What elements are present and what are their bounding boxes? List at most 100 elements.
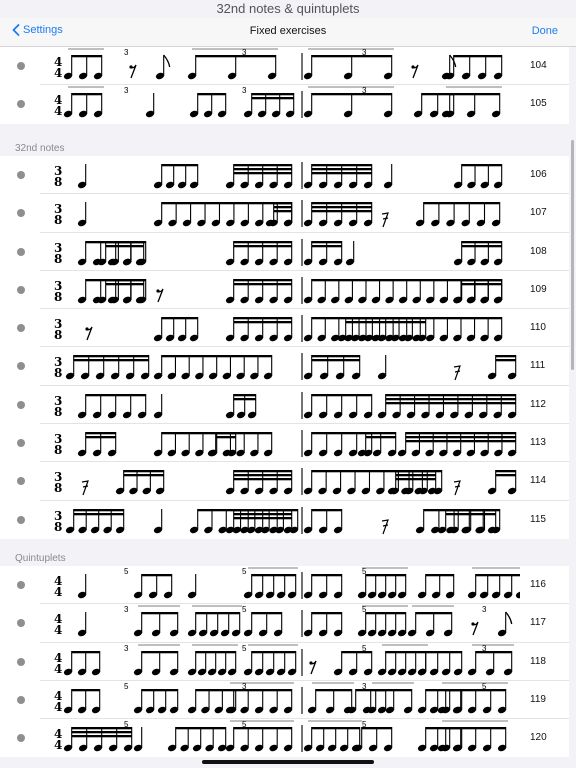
beam — [311, 432, 372, 435]
time-signature-bottom: 8 — [54, 443, 62, 457]
beam — [405, 436, 516, 439]
time-signature-bottom: 8 — [54, 175, 62, 189]
exercise-row[interactable]: 3 8 115 — [0, 501, 569, 539]
rhythm-score: 38 — [54, 391, 517, 419]
exercise-number: 120 — [530, 732, 547, 744]
exercise-number: 117 — [530, 617, 546, 629]
exercise-number: 111 — [530, 360, 546, 372]
selection-dot-icon[interactable] — [17, 285, 25, 294]
beam — [141, 612, 178, 615]
beam — [233, 393, 256, 397]
selection-dot-icon[interactable] — [17, 657, 25, 666]
beam — [445, 512, 496, 515]
exercise-group: 4 4 5 5 5 116 4 4 3 5 5 3 117 4 4 3 5 5 3 118 4 4 5 3 3 5 119 4 4 5 5 5… — [0, 566, 569, 758]
exercise-row[interactable]: 4 4 3 3 3 105 — [0, 85, 569, 123]
selection-dot-icon[interactable] — [17, 477, 25, 486]
time-signature-bottom: 8 — [54, 252, 62, 266]
selection-dot-icon[interactable] — [17, 324, 25, 333]
beam — [445, 688, 506, 692]
selection-dot-icon[interactable] — [17, 734, 25, 743]
beam — [423, 202, 500, 205]
thirtysecond-rest — [381, 212, 389, 228]
exercise-row[interactable]: 3 8 111 — [0, 347, 569, 386]
selection-dot-icon[interactable] — [17, 171, 25, 179]
selection-dot-icon[interactable] — [17, 100, 25, 109]
beam — [141, 688, 178, 692]
beam — [85, 436, 116, 439]
scrollbar[interactable] — [571, 140, 574, 370]
beam — [71, 735, 132, 738]
beam — [175, 727, 226, 730]
beam — [161, 317, 198, 320]
beam — [311, 206, 372, 209]
exercise-row[interactable]: 3 8 110 — [0, 309, 569, 348]
exercise-row[interactable]: 4 4 5 3 3 5 119 — [0, 681, 569, 720]
beam — [251, 650, 296, 653]
exercise-row[interactable]: 4 4 3 5 5 3 118 — [0, 643, 569, 681]
rhythm-score: 38 — [54, 468, 517, 496]
selection-dot-icon[interactable] — [17, 247, 25, 256]
exercise-row[interactable]: 3 8 106 — [0, 156, 569, 195]
exercise-number: 108 — [530, 245, 547, 257]
selection-dot-icon[interactable] — [17, 209, 25, 218]
beam — [251, 612, 282, 615]
time-signature-bottom: 4 — [54, 662, 62, 676]
beam — [123, 470, 164, 473]
beam — [311, 508, 342, 511]
tuplet-number: 3 — [124, 86, 129, 95]
beam — [233, 168, 292, 171]
beam — [365, 432, 396, 435]
note-flag — [505, 611, 513, 625]
exercise-row[interactable]: 3 8 114 — [0, 462, 569, 501]
beam — [345, 317, 426, 320]
tuplet-number: 3 — [124, 48, 129, 57]
selection-dot-icon[interactable] — [17, 400, 25, 409]
rhythm-score: 445 5 5 — [54, 720, 508, 753]
exercise-group: 4 4 3 3 3 104 4 4 3 3 3 105 — [0, 47, 569, 124]
exercise-row[interactable]: 3 8 107 — [0, 194, 569, 233]
selection-dot-icon[interactable] — [17, 362, 25, 371]
selection-dot-icon[interactable] — [17, 695, 25, 704]
exercise-row[interactable]: 3 8 108 — [0, 233, 569, 271]
note-head — [515, 591, 520, 599]
exercise-number: 114 — [530, 475, 546, 487]
exercise-row[interactable]: 4 4 3 3 3 104 — [0, 47, 569, 86]
tuplet-number: 5 — [242, 605, 247, 614]
exercise-row[interactable]: 3 8 113 — [0, 424, 569, 463]
beam — [71, 731, 132, 734]
beam — [311, 210, 372, 213]
time-signature-bottom: 4 — [54, 623, 62, 637]
beam — [475, 574, 520, 577]
beam — [233, 317, 292, 320]
selection-dot-icon[interactable] — [17, 515, 25, 524]
beam — [71, 688, 100, 692]
selection-dot-icon[interactable] — [17, 581, 25, 589]
exercise-number: 115 — [530, 513, 546, 525]
beam — [495, 355, 516, 358]
selection-dot-icon[interactable] — [17, 439, 25, 448]
beam — [311, 727, 360, 730]
done-button[interactable]: Done — [532, 25, 558, 37]
beam — [233, 478, 292, 481]
tuplet-number: 5 — [482, 682, 487, 691]
exercise-row[interactable]: 4 4 5 5 5 120 — [0, 719, 569, 757]
selection-dot-icon[interactable] — [17, 62, 25, 70]
beam — [73, 508, 124, 511]
tuplet-number: 5 — [362, 605, 367, 614]
exercise-row[interactable]: 4 4 5 5 5 116 — [0, 566, 569, 605]
beam — [195, 688, 236, 692]
exercise-row[interactable]: 4 4 3 5 5 3 117 — [0, 604, 569, 643]
tuplet-number: 5 — [362, 644, 367, 653]
beam — [311, 574, 342, 577]
beam — [461, 282, 502, 286]
exercise-row[interactable]: 3 8 112 — [0, 386, 569, 425]
rhythm-score: 445 3 3 5 — [54, 682, 508, 714]
section-header-label: Quintuplets — [15, 553, 66, 564]
rhythm-score: 38 — [54, 506, 501, 534]
tuplet-number: 3 — [362, 48, 367, 57]
beam — [421, 93, 454, 96]
beam — [233, 240, 292, 243]
beam — [141, 650, 178, 653]
exercise-row[interactable]: 3 8 109 — [0, 271, 569, 310]
selection-dot-icon[interactable] — [17, 619, 25, 628]
